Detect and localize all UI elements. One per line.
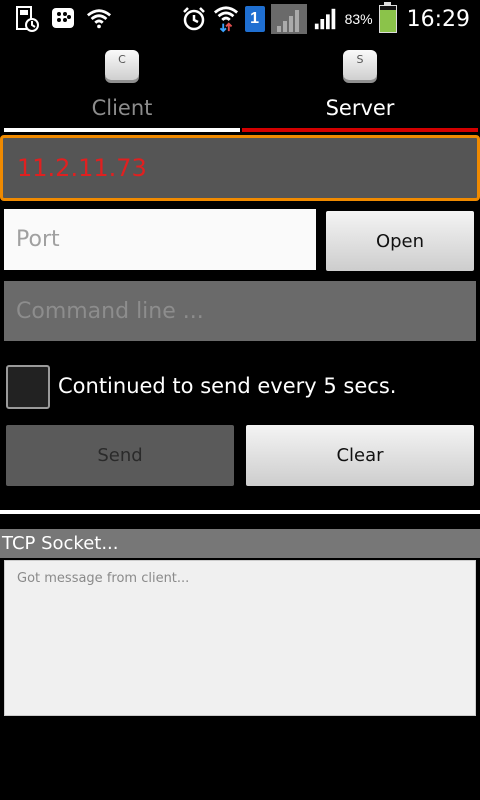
battery-icon	[378, 2, 397, 33]
battery-percent: 83%	[344, 11, 373, 27]
clear-button[interactable]: Clear	[246, 425, 474, 486]
tab-client-indicator	[4, 128, 240, 132]
repeat-send-checkbox[interactable]	[6, 365, 50, 409]
server-key-icon: S	[343, 50, 377, 80]
signal-gray-icon	[270, 4, 307, 34]
tab-server-label: Server	[325, 96, 395, 120]
signal-icon	[313, 6, 339, 32]
status-left	[14, 6, 112, 32]
send-button[interactable]: Send	[6, 425, 234, 486]
clock: 16:29	[406, 6, 470, 32]
tab-client[interactable]: C Client	[4, 38, 240, 134]
tab-server[interactable]: S Server	[242, 38, 478, 134]
tab-client-label: Client	[91, 96, 153, 120]
screen: 1 83% 16:29 C Client S Server 11.2.11.73…	[0, 0, 480, 800]
open-button[interactable]: Open	[326, 211, 474, 271]
bbm-icon	[50, 6, 76, 32]
divider	[0, 510, 480, 514]
command-line-input[interactable]	[4, 281, 476, 341]
client-key-icon: C	[105, 50, 139, 80]
status-bar: 1 83% 16:29	[0, 0, 480, 38]
message-log[interactable]: Got message from client...	[4, 560, 476, 716]
status-right: 1 83% 16:29	[181, 2, 470, 34]
ip-address-field[interactable]: 11.2.11.73	[0, 135, 480, 201]
message-log-text: Got message from client...	[17, 571, 190, 586]
tab-server-indicator	[242, 128, 478, 132]
port-input[interactable]	[4, 209, 316, 270]
section-header: TCP Socket...	[0, 529, 480, 558]
ip-address-value: 11.2.11.73	[17, 154, 147, 182]
wifi-data-icon	[213, 6, 239, 33]
repeat-send-label: Continued to send every 5 secs.	[58, 374, 397, 398]
battery-fill	[379, 10, 396, 32]
tab-bar: C Client S Server	[0, 38, 480, 134]
sim-badge: 1	[244, 6, 265, 32]
alarm-icon	[181, 6, 207, 32]
wifi-icon	[86, 6, 112, 32]
storage-icon	[14, 6, 40, 32]
